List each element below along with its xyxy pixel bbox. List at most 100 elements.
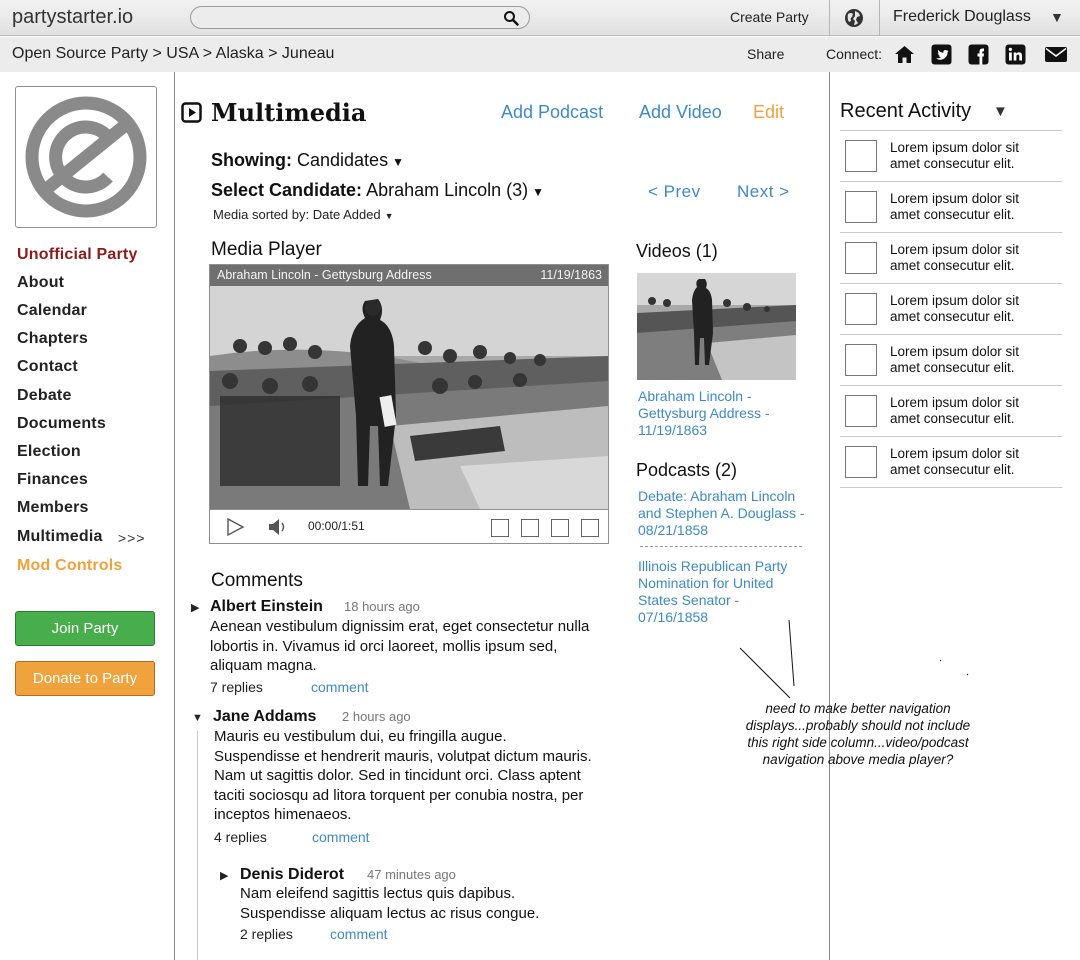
divider [840, 385, 1062, 386]
sidebar-item-debate[interactable]: Debate [17, 387, 72, 405]
join-party-button[interactable]: Join Party [15, 611, 155, 646]
active-marker: >>> [118, 530, 146, 546]
twitter-icon[interactable] [931, 44, 952, 65]
edit-link[interactable]: Edit [753, 102, 784, 123]
replies-link[interactable]: 2 replies [240, 926, 293, 942]
activity-thumbnail[interactable] [845, 293, 877, 325]
sidebar-item-members[interactable]: Members [17, 499, 89, 517]
sidebar-item-calendar[interactable]: Calendar [17, 302, 87, 320]
home-icon[interactable] [894, 44, 915, 65]
sort-select[interactable]: Media sorted by: Date Added ▼ [213, 207, 394, 222]
sidebar-item-multimedia[interactable]: Multimedia [17, 528, 103, 546]
prev-link[interactable]: < Prev [648, 182, 701, 202]
play-icon[interactable] [225, 517, 245, 537]
activity-text[interactable]: Lorem ipsum dolor sit amet consecutur el… [890, 446, 1050, 478]
sidebar-item-chapters[interactable]: Chapters [17, 330, 88, 348]
comment-link[interactable]: comment [312, 829, 370, 845]
search-icon[interactable] [503, 10, 519, 26]
no-copyright-logo-icon [25, 96, 147, 218]
player-controls: 00:00/1:51 [210, 509, 608, 543]
sort-label[interactable]: Media sorted by: Date Added [213, 207, 381, 222]
page-title: Multimedia [211, 98, 367, 127]
add-podcast-link[interactable]: Add Podcast [501, 102, 603, 123]
expand-arrow-icon[interactable]: ▶ [191, 601, 199, 614]
replies-link[interactable]: 4 replies [214, 829, 267, 845]
annotation-pointer-lines [739, 619, 969, 699]
activity-thumbnail[interactable] [845, 191, 877, 223]
facebook-icon[interactable] [968, 44, 989, 65]
podcasts-heading: Podcasts (2) [636, 460, 738, 480]
replies-link[interactable]: 7 replies [210, 679, 263, 695]
activity-thumbnail[interactable] [845, 395, 877, 427]
expand-arrow-icon[interactable]: ▶ [220, 869, 228, 882]
playback-time: 00:00/1:51 [308, 519, 365, 533]
chevron-down-icon[interactable]: ▼ [532, 185, 544, 199]
activity-thumbnail[interactable] [845, 140, 877, 172]
comment-link[interactable]: comment [330, 926, 388, 942]
site-logo[interactable]: partystarter.io [12, 6, 133, 29]
video-link[interactable]: Abraham Lincoln - Gettysburg Address - 1… [638, 388, 788, 439]
chevron-down-icon[interactable]: ▼ [385, 211, 394, 221]
divider [840, 487, 1062, 488]
party-name[interactable]: Unofficial Party [17, 246, 138, 264]
comment-author[interactable]: Jane Addams [213, 708, 316, 726]
video-frame[interactable] [210, 286, 608, 509]
sidebar-item-election[interactable]: Election [17, 443, 81, 461]
comment-time: 18 hours ago [344, 599, 420, 614]
sidebar-item-documents[interactable]: Documents [17, 415, 106, 433]
fullscreen-button[interactable] [581, 519, 599, 537]
comment-author[interactable]: Denis Diderot [240, 866, 344, 884]
activity-thumbnail[interactable] [845, 446, 877, 478]
activity-text[interactable]: Lorem ipsum dolor sit amet consecutur el… [890, 140, 1050, 172]
showing-label: Showing: [211, 150, 292, 170]
player-option-button[interactable] [521, 519, 539, 537]
mail-icon[interactable] [1044, 44, 1068, 65]
sidebar-item-mod-controls[interactable]: Mod Controls [17, 557, 123, 575]
collapse-arrow-icon[interactable]: ▼ [192, 712, 203, 724]
comments-heading: Comments [211, 570, 303, 591]
linkedin-icon[interactable] [1005, 44, 1026, 65]
comment-author[interactable]: Albert Einstein [210, 598, 323, 616]
showing-filter[interactable]: Showing: Candidates ▼ [211, 150, 404, 171]
chevron-down-icon[interactable]: ▼ [1050, 9, 1064, 25]
activity-text[interactable]: Lorem ipsum dolor sit amet consecutur el… [890, 293, 1050, 325]
player-option-button[interactable] [491, 519, 509, 537]
activity-text[interactable]: Lorem ipsum dolor sit amet consecutur el… [890, 191, 1050, 223]
sidebar-item-finances[interactable]: Finances [17, 471, 88, 489]
select-label: Select Candidate: [211, 180, 363, 200]
breadcrumb-bar: Open Source Party > USA > Alaska > Junea… [0, 37, 1080, 72]
search-input[interactable] [190, 6, 530, 29]
right-column-divider [829, 72, 830, 960]
create-party-link[interactable]: Create Party [730, 9, 809, 25]
top-bar: partystarter.io Create Party Frederick D… [0, 0, 1080, 36]
showing-value[interactable]: Candidates [297, 150, 388, 170]
comment-time: 47 minutes ago [367, 867, 456, 882]
globe-icon[interactable] [844, 8, 864, 28]
player-option-button[interactable] [551, 519, 569, 537]
media-player[interactable]: Abraham Lincoln - Gettysburg Address 11/… [209, 264, 609, 544]
chevron-down-icon[interactable]: ▼ [993, 103, 1008, 120]
videos-heading: Videos (1) [636, 241, 718, 261]
chevron-down-icon[interactable]: ▼ [392, 155, 404, 169]
next-link[interactable]: Next > [737, 182, 790, 202]
podcast-link[interactable]: Debate: Abraham Lincoln and Stephen A. D… [638, 488, 808, 539]
select-value[interactable]: Abraham Lincoln (3) [366, 180, 528, 200]
donate-button[interactable]: Donate to Party [15, 661, 155, 696]
sidebar-item-about[interactable]: About [17, 274, 64, 292]
sidebar-item-contact[interactable]: Contact [17, 358, 78, 376]
activity-thumbnail[interactable] [845, 344, 877, 376]
add-video-link[interactable]: Add Video [639, 102, 722, 123]
share-link[interactable]: Share [747, 46, 784, 62]
volume-icon[interactable] [267, 517, 289, 537]
comment-body: Aenean vestibulum dignissim erat, eget c… [210, 618, 590, 674]
activity-text[interactable]: Lorem ipsum dolor sit amet consecutur el… [890, 395, 1050, 427]
divider [840, 436, 1062, 437]
activity-text[interactable]: Lorem ipsum dolor sit amet consecutur el… [890, 344, 1050, 376]
breadcrumb[interactable]: Open Source Party > USA > Alaska > Junea… [12, 45, 334, 63]
comment-link[interactable]: comment [311, 679, 369, 695]
user-menu[interactable]: Frederick Douglass [893, 8, 1031, 26]
candidate-select[interactable]: Select Candidate: Abraham Lincoln (3) ▼ [211, 180, 544, 201]
activity-text[interactable]: Lorem ipsum dolor sit amet consecutur el… [890, 242, 1050, 274]
activity-thumbnail[interactable] [845, 242, 877, 274]
video-thumbnail[interactable] [637, 273, 796, 380]
